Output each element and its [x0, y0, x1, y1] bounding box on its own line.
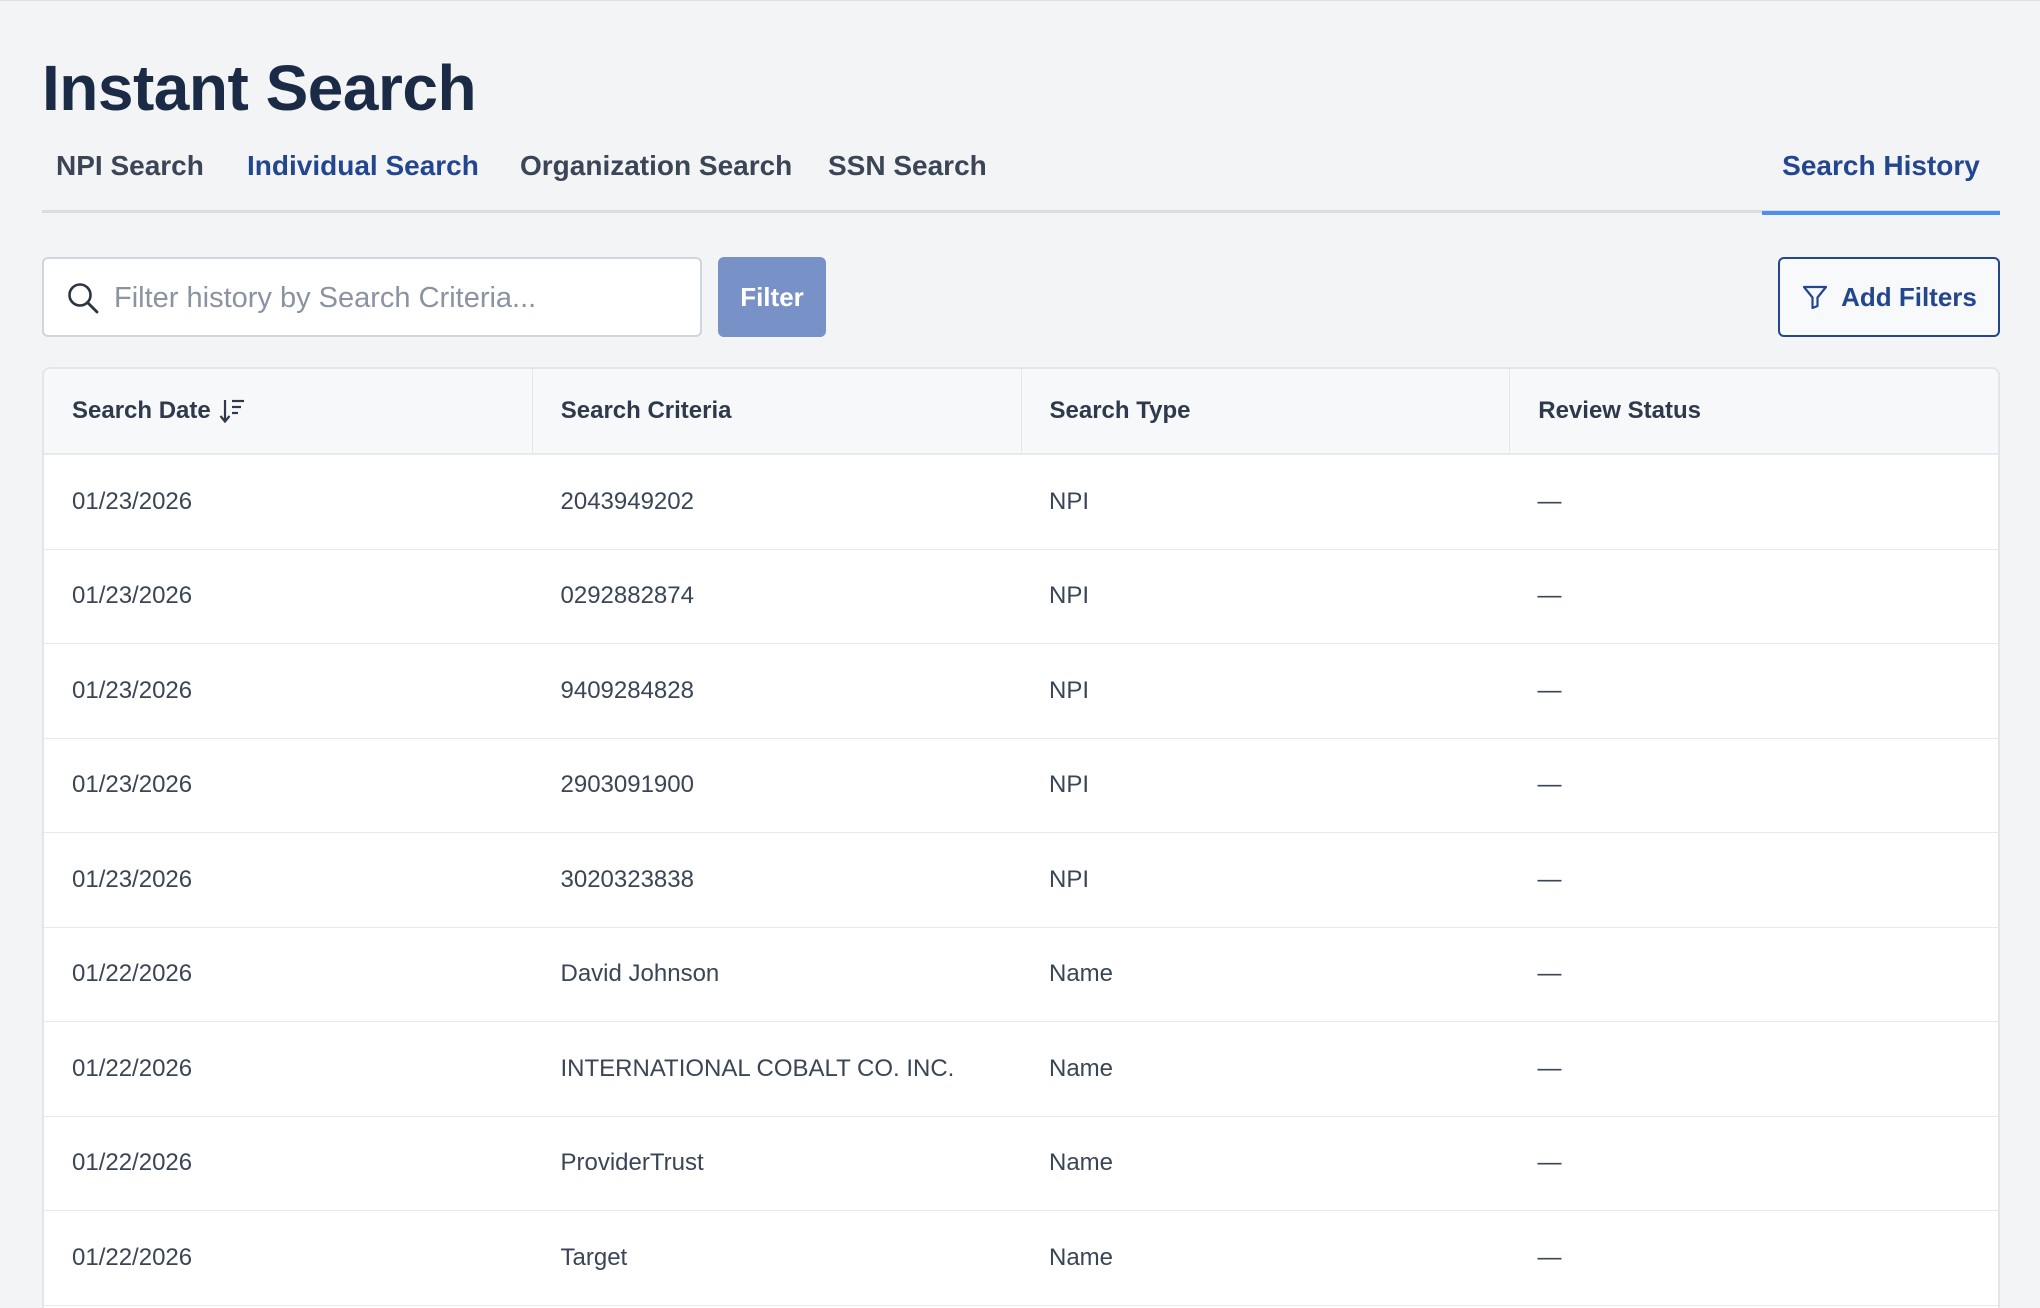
cell-review-status: —	[1537, 487, 1562, 515]
cell-search-type: NPI	[1049, 771, 1090, 799]
cell-search-type: Name	[1049, 960, 1114, 988]
cell-search-type: NPI	[1049, 865, 1090, 893]
cell-search-type: Name	[1049, 1149, 1114, 1177]
column-header-search-criteria[interactable]: Search Criteria	[533, 369, 1022, 453]
cell-review-status: —	[1537, 676, 1562, 704]
cell-search-criteria: 0292882874	[560, 582, 694, 610]
cell-search-date: 01/23/2026	[72, 487, 193, 515]
table-body: 01/23/2026 2043949202 NPI — 01/23/2026 029288…	[44, 455, 1998, 1306]
add-filters-label: Add Filters	[1841, 281, 1977, 312]
table-row[interactable]: 01/23/2026 2903091900 NPI —	[44, 739, 1998, 833]
cell-review-status: —	[1537, 1243, 1562, 1271]
table-row[interactable]: 01/22/2026 INTERNATIONAL COBALT CO. INC. N…	[44, 1022, 1998, 1117]
cell-search-date: 01/23/2026	[72, 771, 193, 799]
cell-review-status: —	[1537, 865, 1562, 893]
tab-search-history[interactable]: Search History	[1762, 141, 2000, 215]
cell-search-date: 01/22/2026	[72, 960, 193, 988]
table-row[interactable]: 01/23/2026 2043949202 NPI —	[44, 455, 1998, 550]
tab-bar: NPI Search Individual Search Organizatio…	[42, 141, 2000, 215]
table-row[interactable]: 01/22/2026 Target Name —	[44, 1211, 1998, 1306]
cell-search-criteria: 9409284828	[560, 676, 694, 704]
table-header: Search Date Search Criteria Search Type …	[44, 369, 1998, 455]
table-row[interactable]: 01/22/2026 David Johnson Name —	[44, 928, 1998, 1022]
search-input[interactable]	[114, 273, 684, 323]
cell-search-criteria: ProviderTrust	[560, 1149, 704, 1177]
column-header-search-type[interactable]: Search Type	[1022, 369, 1511, 453]
cell-search-criteria: 2043949202	[560, 487, 694, 515]
filter-button[interactable]: Filter	[718, 257, 826, 337]
table-row[interactable]: 01/23/2026 3020323838 NPI —	[44, 833, 1998, 928]
sort-descending-icon[interactable]	[219, 397, 245, 425]
cell-search-date: 01/22/2026	[72, 1054, 193, 1082]
page: Instant Search NPI Search Individual Sea…	[0, 0, 2040, 1308]
cell-search-criteria: INTERNATIONAL COBALT CO. INC.	[560, 1054, 955, 1082]
table-row[interactable]: 01/22/2026 ProviderTrust Name —	[44, 1117, 1998, 1211]
cell-search-criteria: David Johnson	[560, 960, 720, 988]
cell-search-date: 01/22/2026	[72, 1149, 193, 1177]
search-box	[42, 257, 702, 337]
search-icon	[66, 281, 100, 315]
cell-review-status: —	[1537, 1149, 1562, 1177]
cell-search-criteria: 3020323838	[560, 865, 694, 893]
cell-search-date: 01/23/2026	[72, 582, 193, 610]
tab-npi-search[interactable]: NPI Search	[56, 141, 204, 213]
cell-search-type: Name	[1049, 1243, 1114, 1271]
cell-search-date: 01/22/2026	[72, 1243, 193, 1271]
cell-review-status: —	[1537, 771, 1562, 799]
cell-search-type: NPI	[1049, 582, 1090, 610]
table-row[interactable]: 01/23/2026 0292882874 NPI —	[44, 550, 1998, 644]
tab-organization-search[interactable]: Organization Search	[520, 141, 792, 213]
cell-search-criteria: Target	[560, 1243, 628, 1271]
search-history-table: Search Date Search Criteria Search Type …	[42, 367, 2000, 1308]
column-header-review-status[interactable]: Review Status	[1510, 369, 1998, 453]
cell-search-type: NPI	[1049, 487, 1090, 515]
cell-search-type: Name	[1049, 1054, 1114, 1082]
tab-ssn-search[interactable]: SSN Search	[828, 141, 987, 213]
cell-search-date: 01/23/2026	[72, 676, 193, 704]
funnel-icon	[1802, 285, 1828, 310]
cell-search-date: 01/23/2026	[72, 865, 193, 893]
cell-review-status: —	[1537, 960, 1562, 988]
cell-review-status: —	[1537, 582, 1562, 610]
cell-search-type: NPI	[1049, 676, 1090, 704]
table-row[interactable]: 01/23/2026 9409284828 NPI —	[44, 644, 1998, 739]
page-title: Instant Search	[42, 52, 477, 124]
column-header-search-date[interactable]: Search Date	[44, 369, 533, 453]
cell-review-status: —	[1537, 1054, 1562, 1082]
add-filters-button[interactable]: Add Filters	[1778, 257, 2000, 337]
cell-search-criteria: 2903091900	[560, 771, 694, 799]
toolbar: Filter Add Filters	[42, 257, 2000, 337]
tab-individual-search[interactable]: Individual Search	[247, 141, 479, 213]
